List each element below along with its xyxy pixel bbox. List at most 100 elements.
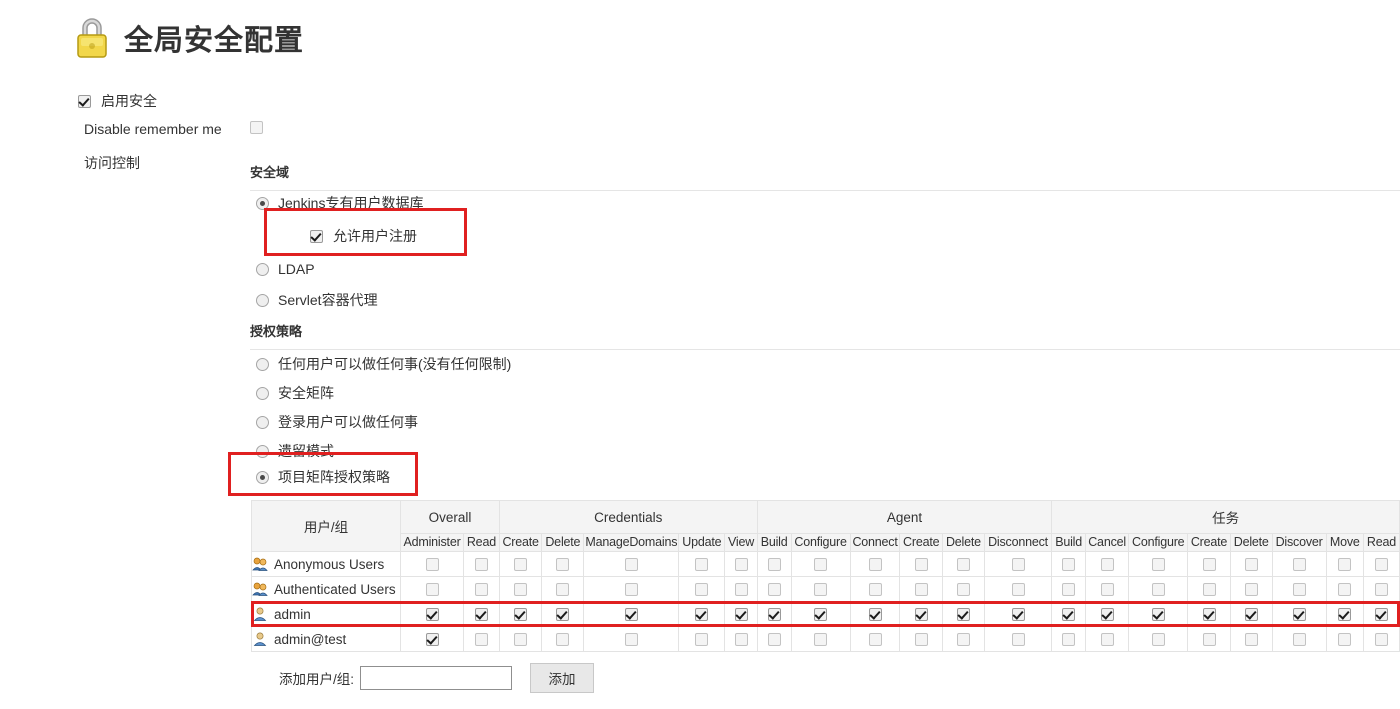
matrix-permission-cell[interactable] (1229, 601, 1273, 627)
matrix-permission-cell[interactable] (899, 626, 943, 652)
enable-security-row[interactable]: 启用安全 (78, 91, 157, 111)
matrix-permission-cell[interactable] (941, 576, 985, 602)
permission-checkbox[interactable] (1292, 607, 1306, 621)
permission-checkbox[interactable] (1151, 607, 1165, 621)
matrix-permission-cell[interactable] (400, 626, 464, 652)
permission-checkbox[interactable] (556, 607, 570, 621)
permission-checkbox[interactable] (1011, 632, 1025, 646)
permission-checkbox[interactable] (1374, 632, 1388, 646)
matrix-permission-cell[interactable] (1128, 626, 1189, 652)
matrix-permission-cell[interactable] (1051, 626, 1087, 652)
matrix-permission-cell[interactable] (1128, 601, 1189, 627)
enable-security-checkbox[interactable] (78, 94, 91, 108)
matrix-permission-cell[interactable] (583, 601, 680, 627)
permission-checkbox[interactable] (425, 557, 439, 571)
matrix-permission-cell[interactable] (678, 576, 726, 602)
matrix-permission-cell[interactable] (756, 601, 792, 627)
matrix-permission-cell[interactable] (1051, 601, 1087, 627)
matrix-permission-cell[interactable] (1128, 576, 1189, 602)
permission-checkbox[interactable] (1151, 632, 1165, 646)
permission-checkbox[interactable] (814, 632, 828, 646)
matrix-permission-cell[interactable] (1271, 551, 1327, 577)
permission-checkbox[interactable] (514, 557, 528, 571)
matrix-permission-cell[interactable] (1187, 576, 1231, 602)
permission-checkbox[interactable] (767, 607, 781, 621)
radio-security-matrix[interactable] (256, 386, 269, 400)
permission-checkbox[interactable] (1202, 582, 1216, 596)
matrix-permission-cell[interactable] (1325, 551, 1364, 577)
matrix-permission-cell[interactable] (498, 626, 543, 652)
permission-checkbox[interactable] (1374, 582, 1388, 596)
matrix-permission-cell[interactable] (541, 576, 585, 602)
matrix-permission-cell[interactable] (849, 601, 901, 627)
matrix-permission-cell[interactable] (941, 626, 985, 652)
matrix-permission-cell[interactable] (462, 626, 500, 652)
matrix-permission-cell[interactable] (899, 576, 943, 602)
add-user-group-input[interactable] (360, 666, 513, 690)
permission-checkbox[interactable] (956, 632, 970, 646)
matrix-permission-cell[interactable] (1085, 626, 1130, 652)
matrix-permission-cell[interactable] (541, 551, 585, 577)
matrix-permission-cell[interactable] (541, 601, 585, 627)
permission-checkbox[interactable] (868, 557, 882, 571)
permission-checkbox[interactable] (1062, 582, 1076, 596)
permission-checkbox[interactable] (1338, 607, 1352, 621)
permission-checkbox[interactable] (474, 632, 488, 646)
permission-checkbox[interactable] (1202, 632, 1216, 646)
matrix-permission-cell[interactable] (1229, 551, 1273, 577)
auth-option-logged-in-users[interactable]: 登录用户可以做任何事 (256, 412, 418, 432)
permission-checkbox[interactable] (556, 582, 570, 596)
permission-checkbox[interactable] (1374, 607, 1388, 621)
permission-checkbox[interactable] (624, 582, 638, 596)
matrix-permission-cell[interactable] (1229, 576, 1273, 602)
add-user-group-button[interactable]: 添加 (530, 663, 595, 693)
matrix-permission-cell[interactable] (899, 601, 943, 627)
permission-checkbox[interactable] (1244, 557, 1258, 571)
matrix-permission-cell[interactable] (1362, 626, 1400, 652)
auth-option-security-matrix[interactable]: 安全矩阵 (256, 383, 334, 403)
auth-option-project-matrix[interactable]: 项目矩阵授权策略 (256, 467, 390, 487)
permission-checkbox[interactable] (1338, 557, 1352, 571)
matrix-permission-cell[interactable] (790, 576, 851, 602)
permission-checkbox[interactable] (695, 632, 709, 646)
matrix-permission-cell[interactable] (583, 551, 680, 577)
permission-checkbox[interactable] (1100, 632, 1114, 646)
matrix-permission-cell[interactable] (790, 601, 851, 627)
matrix-permission-cell[interactable] (1362, 551, 1400, 577)
permission-checkbox[interactable] (1062, 632, 1076, 646)
matrix-permission-cell[interactable] (1362, 576, 1400, 602)
permission-checkbox[interactable] (868, 582, 882, 596)
permission-checkbox[interactable] (767, 557, 781, 571)
radio-ldap[interactable] (256, 262, 269, 276)
matrix-permission-cell[interactable] (1051, 551, 1087, 577)
matrix-permission-cell[interactable] (1085, 576, 1130, 602)
permission-checkbox[interactable] (1202, 607, 1216, 621)
permission-checkbox[interactable] (734, 607, 748, 621)
matrix-permission-cell[interactable] (1229, 626, 1273, 652)
matrix-permission-cell[interactable] (1271, 576, 1327, 602)
disable-remember-me-checkbox[interactable] (250, 121, 263, 134)
security-realm-option-servlet[interactable]: Servlet容器代理 (256, 290, 378, 310)
matrix-permission-cell[interactable] (849, 551, 901, 577)
permission-checkbox[interactable] (556, 632, 570, 646)
matrix-permission-cell[interactable] (899, 551, 943, 577)
permission-checkbox[interactable] (1011, 582, 1025, 596)
matrix-permission-cell[interactable] (941, 601, 985, 627)
permission-checkbox[interactable] (814, 557, 828, 571)
permission-checkbox[interactable] (767, 632, 781, 646)
matrix-permission-cell[interactable] (724, 601, 758, 627)
matrix-permission-cell[interactable] (678, 601, 726, 627)
permission-checkbox[interactable] (556, 557, 570, 571)
matrix-permission-cell[interactable] (1325, 626, 1364, 652)
disable-remember-me-checkbox-holder[interactable] (250, 121, 263, 139)
matrix-permission-cell[interactable] (1187, 626, 1231, 652)
permission-checkbox[interactable] (767, 582, 781, 596)
matrix-permission-cell[interactable] (400, 601, 464, 627)
matrix-permission-cell[interactable] (756, 551, 792, 577)
permission-checkbox[interactable] (1202, 557, 1216, 571)
permission-checkbox[interactable] (425, 632, 439, 646)
matrix-permission-cell[interactable] (1187, 551, 1231, 577)
permission-checkbox[interactable] (1100, 607, 1114, 621)
permission-checkbox[interactable] (474, 582, 488, 596)
matrix-permission-cell[interactable] (756, 576, 792, 602)
